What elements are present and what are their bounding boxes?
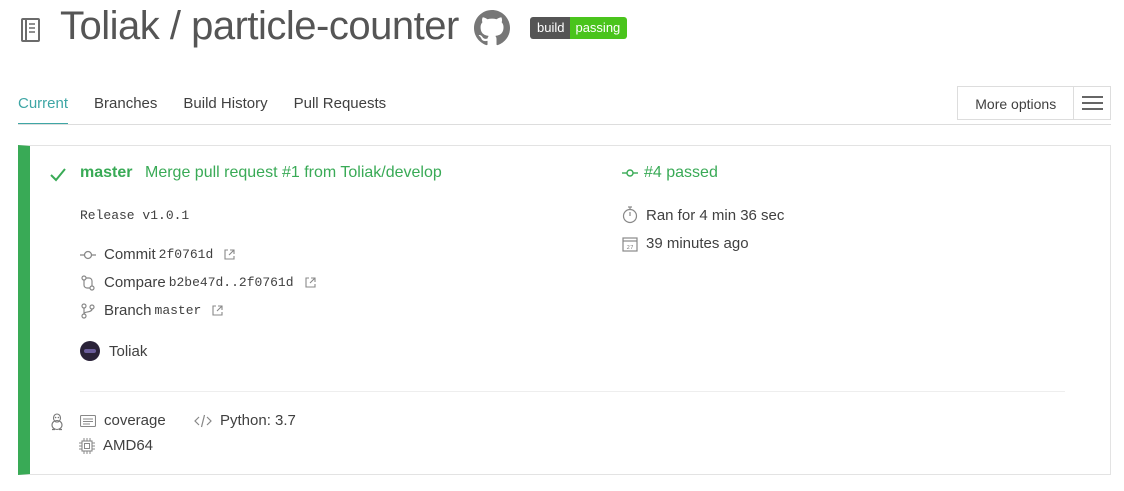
code-icon <box>194 414 212 427</box>
build-card: master Merge pull request #1 from Toliak… <box>18 145 1111 475</box>
external-link-icon <box>224 249 235 260</box>
external-link-icon <box>212 305 223 316</box>
job-arch: AMD64 <box>103 437 154 454</box>
commit-sha: 2f0761d <box>158 247 214 262</box>
tab-current[interactable]: Current <box>18 95 69 125</box>
repo-title: Toliak / particle-counter <box>60 4 459 49</box>
repo-icon <box>21 18 40 42</box>
job-divider <box>80 391 1065 392</box>
commit-label: Commit <box>104 246 156 263</box>
more-options-label: More options <box>975 96 1057 112</box>
compare-icon <box>81 274 95 291</box>
tab-bar: Current Branches Build History Pull Requ… <box>18 95 412 125</box>
github-icon[interactable] <box>474 10 510 46</box>
branch-icon <box>81 302 95 319</box>
linux-icon <box>51 413 63 431</box>
commit-icon <box>80 250 96 259</box>
compare-row: Compare b2be47d..2f0761d <box>80 274 316 291</box>
commit-description: Release v1.0.1 <box>80 208 190 223</box>
commit-icon <box>622 169 638 177</box>
finished-row: 27 39 minutes ago <box>622 235 749 252</box>
build-finished: 39 minutes ago <box>646 235 749 252</box>
badge-status: passing <box>570 17 628 39</box>
build-number-link[interactable]: #4 passed <box>622 164 718 182</box>
repo-owner-link[interactable]: Toliak <box>60 4 160 48</box>
compare-label: Compare <box>104 274 166 291</box>
tab-build-history[interactable]: Build History <box>183 95 267 125</box>
branch-label: Branch <box>104 302 152 319</box>
tab-divider <box>18 124 1111 125</box>
commit-link[interactable]: Commit 2f0761d <box>104 246 235 263</box>
build-status-badge[interactable]: build passing <box>530 17 628 39</box>
avatar <box>80 341 100 361</box>
compare-range: b2be47d..2f0761d <box>168 275 294 290</box>
arch-row: AMD64 <box>79 437 153 454</box>
job-env: coverage <box>104 412 166 429</box>
badge-label: build <box>530 17 571 39</box>
commit-message-link[interactable]: Merge pull request #1 from Toliak/develo… <box>145 164 442 182</box>
repo-name-link[interactable]: particle-counter <box>191 4 459 48</box>
build-number: #4 passed <box>644 164 718 181</box>
branch-row: Branch master <box>80 302 223 319</box>
branch-link[interactable]: Branch master <box>104 302 223 319</box>
author-row: Toliak <box>80 341 147 361</box>
duration-row: Ran for 4 min 36 sec <box>622 206 784 224</box>
check-icon <box>50 168 66 182</box>
env-row: coverage <box>80 412 166 429</box>
tab-branches[interactable]: Branches <box>94 95 157 125</box>
cpu-icon <box>79 437 95 454</box>
stopwatch-icon <box>622 206 638 224</box>
repo-separator: / <box>159 4 192 48</box>
external-link-icon <box>304 277 316 288</box>
compare-link[interactable]: Compare b2be47d..2f0761d <box>104 274 316 291</box>
tab-pull-requests[interactable]: Pull Requests <box>294 95 387 125</box>
commit-row: Commit 2f0761d <box>80 246 235 263</box>
branch-name: master <box>154 303 202 318</box>
build-branch-link[interactable]: master <box>80 164 132 182</box>
more-options-button[interactable]: More options <box>957 86 1111 120</box>
job-language: Python: 3.7 <box>220 412 296 429</box>
language-row: Python: 3.7 <box>194 412 296 429</box>
author-name: Toliak <box>109 342 148 360</box>
build-duration: Ran for 4 min 36 sec <box>646 206 785 224</box>
svg-text:27: 27 <box>627 245 634 251</box>
env-icon <box>80 414 96 427</box>
hamburger-icon <box>1073 87 1110 119</box>
calendar-icon: 27 <box>622 236 638 252</box>
